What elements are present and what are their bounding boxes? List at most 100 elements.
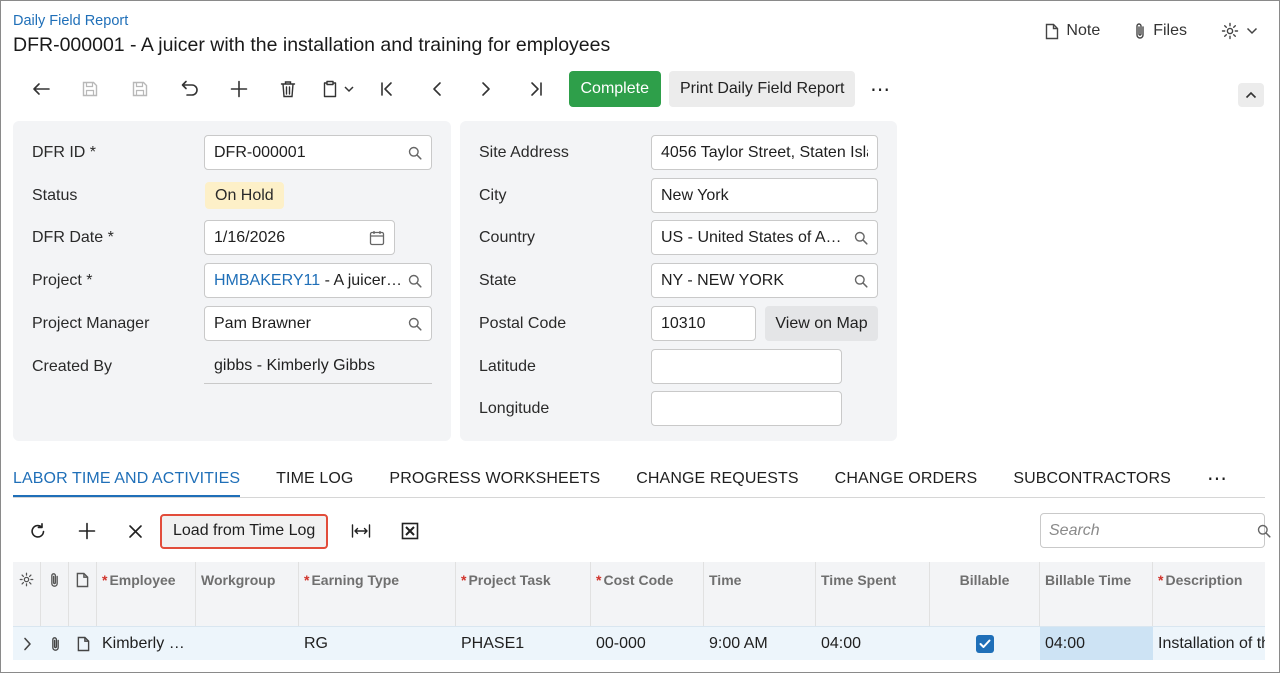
- column-header-project-task[interactable]: * Project Task: [456, 562, 591, 626]
- paperclip-icon: [1134, 22, 1146, 40]
- gear-icon: [19, 572, 34, 626]
- load-from-time-log-button[interactable]: Load from Time Log: [160, 513, 329, 549]
- arrow-left-icon: [31, 81, 51, 97]
- cell-employee[interactable]: Kimberly Gibbs: [97, 627, 196, 660]
- search-icon[interactable]: [408, 317, 422, 331]
- notes-column-header: [69, 562, 97, 626]
- cell-earning-type[interactable]: RG: [299, 627, 456, 660]
- previous-record-button[interactable]: [412, 71, 462, 107]
- longitude-field[interactable]: [651, 391, 842, 426]
- column-settings-button[interactable]: [13, 562, 41, 626]
- grid-header-row: * Employee Workgroup * Earning Type * Proje…: [13, 562, 1265, 626]
- project-field[interactable]: HMBAKERY11 - A juicer with the installat…: [204, 263, 432, 298]
- paperclip-icon: [49, 572, 60, 626]
- cell-cost-code[interactable]: 00-000: [591, 627, 704, 660]
- complete-button[interactable]: Complete: [568, 71, 661, 107]
- note-icon: [76, 572, 89, 626]
- cell-project-task[interactable]: PHASE1: [456, 627, 591, 660]
- files-button[interactable]: Files: [1134, 22, 1187, 40]
- tab-subcontractors[interactable]: SUBCONTRACTORS: [1013, 462, 1171, 498]
- column-header-billable-time[interactable]: Billable Time: [1040, 562, 1153, 626]
- postal-code-label: Postal Code: [479, 315, 567, 332]
- undo-icon: [179, 80, 199, 98]
- column-header-description[interactable]: * Description: [1153, 562, 1265, 626]
- tabs-divider: [13, 497, 1265, 498]
- note-button[interactable]: Note: [1045, 22, 1100, 40]
- project-link[interactable]: HMBAKERY11: [214, 272, 320, 289]
- tab-change-orders[interactable]: CHANGE ORDERS: [835, 462, 978, 498]
- column-header-time[interactable]: Time: [704, 562, 816, 626]
- cell-time[interactable]: 9:00 AM: [704, 627, 816, 660]
- tab-progress-worksheets[interactable]: PROGRESS WORKSHEETS: [389, 462, 600, 498]
- dfr-id-field[interactable]: DFR-000001: [204, 135, 432, 170]
- expand-row-button[interactable]: [13, 627, 41, 660]
- breadcrumb[interactable]: Daily Field Report: [13, 13, 128, 29]
- state-label: State: [479, 272, 517, 289]
- print-report-button[interactable]: Print Daily Field Report: [668, 71, 856, 107]
- postal-code-field[interactable]: 10310: [651, 306, 756, 341]
- cell-time-spent[interactable]: 04:00: [816, 627, 930, 660]
- first-record-button[interactable]: [363, 71, 413, 107]
- column-header-earning-type[interactable]: * Earning Type: [299, 562, 456, 626]
- refresh-button[interactable]: [13, 513, 62, 549]
- state-field[interactable]: NY - NEW YORK: [651, 263, 878, 298]
- fit-width-icon: [351, 523, 371, 539]
- dfr-date-field[interactable]: 1/16/2026: [204, 220, 395, 255]
- copy-paste-button[interactable]: [313, 71, 363, 107]
- table-row[interactable]: Kimberly Gibbs RG PHASE1 00-000 9:00 AM …: [13, 626, 1265, 660]
- row-note-button[interactable]: [69, 627, 97, 660]
- column-header-billable[interactable]: Billable: [930, 562, 1040, 626]
- cell-workgroup[interactable]: [196, 627, 299, 660]
- longitude-label: Longitude: [479, 400, 550, 417]
- column-header-time-spent[interactable]: Time Spent: [816, 562, 930, 626]
- main-toolbar: Complete Print Daily Field Report ⋯: [16, 71, 893, 107]
- collapse-header-button[interactable]: [1238, 83, 1264, 107]
- tab-bar: LABOR TIME AND ACTIVITIES TIME LOG PROGR…: [13, 462, 1227, 498]
- add-button[interactable]: [214, 71, 264, 107]
- refresh-icon: [29, 522, 47, 540]
- plus-icon: [230, 80, 248, 98]
- project-manager-field[interactable]: Pam Brawner: [204, 306, 432, 341]
- note-label: Note: [1066, 22, 1101, 39]
- search-icon[interactable]: [854, 231, 868, 245]
- next-record-button[interactable]: [462, 71, 512, 107]
- clipboard-icon: [322, 80, 338, 98]
- cell-description[interactable]: Installation of the juicer: [1153, 627, 1265, 660]
- cell-billable-time[interactable]: 04:00: [1040, 627, 1153, 660]
- settings-menu-button[interactable]: [1221, 22, 1258, 40]
- status-label: Status: [32, 187, 78, 204]
- back-button[interactable]: [16, 71, 66, 107]
- column-header-workgroup[interactable]: Workgroup: [196, 562, 299, 626]
- save-close-button[interactable]: [66, 71, 116, 107]
- dfr-date-label: DFR Date *: [32, 229, 114, 246]
- tabs-more-button[interactable]: ⋯: [1207, 462, 1227, 491]
- search-icon[interactable]: [408, 274, 422, 288]
- add-row-button[interactable]: [62, 513, 111, 549]
- more-actions-button[interactable]: ⋯: [867, 77, 893, 102]
- tab-change-requests[interactable]: CHANGE REQUESTS: [636, 462, 798, 498]
- search-input[interactable]: [1049, 521, 1257, 540]
- tab-labor-time-and-activities[interactable]: LABOR TIME AND ACTIVITIES: [13, 462, 241, 498]
- tab-time-log[interactable]: TIME LOG: [276, 462, 353, 498]
- search-icon[interactable]: [854, 274, 868, 288]
- billable-checkbox[interactable]: [976, 634, 994, 653]
- search-icon[interactable]: [1257, 524, 1271, 538]
- country-field[interactable]: US - United States of America: [651, 220, 878, 255]
- undo-button[interactable]: [165, 71, 215, 107]
- search-icon[interactable]: [408, 146, 422, 160]
- view-on-map-button[interactable]: View on Map: [765, 306, 878, 341]
- row-attachments-button[interactable]: [41, 627, 69, 660]
- calendar-icon[interactable]: [369, 230, 385, 246]
- last-record-button[interactable]: [511, 71, 561, 107]
- delete-button[interactable]: [264, 71, 314, 107]
- delete-row-button[interactable]: [111, 513, 160, 549]
- site-address-field[interactable]: 4056 Taylor Street, Staten Island: [651, 135, 878, 170]
- export-excel-button[interactable]: [385, 513, 434, 549]
- fit-columns-button[interactable]: [336, 513, 385, 549]
- column-header-cost-code[interactable]: * Cost Code: [591, 562, 704, 626]
- save-button[interactable]: [115, 71, 165, 107]
- latitude-field[interactable]: [651, 349, 842, 384]
- general-info-panel: DFR ID * DFR-000001 Status On Hold DFR D…: [13, 121, 451, 441]
- column-header-employee[interactable]: * Employee: [97, 562, 196, 626]
- city-field[interactable]: New York: [651, 178, 878, 213]
